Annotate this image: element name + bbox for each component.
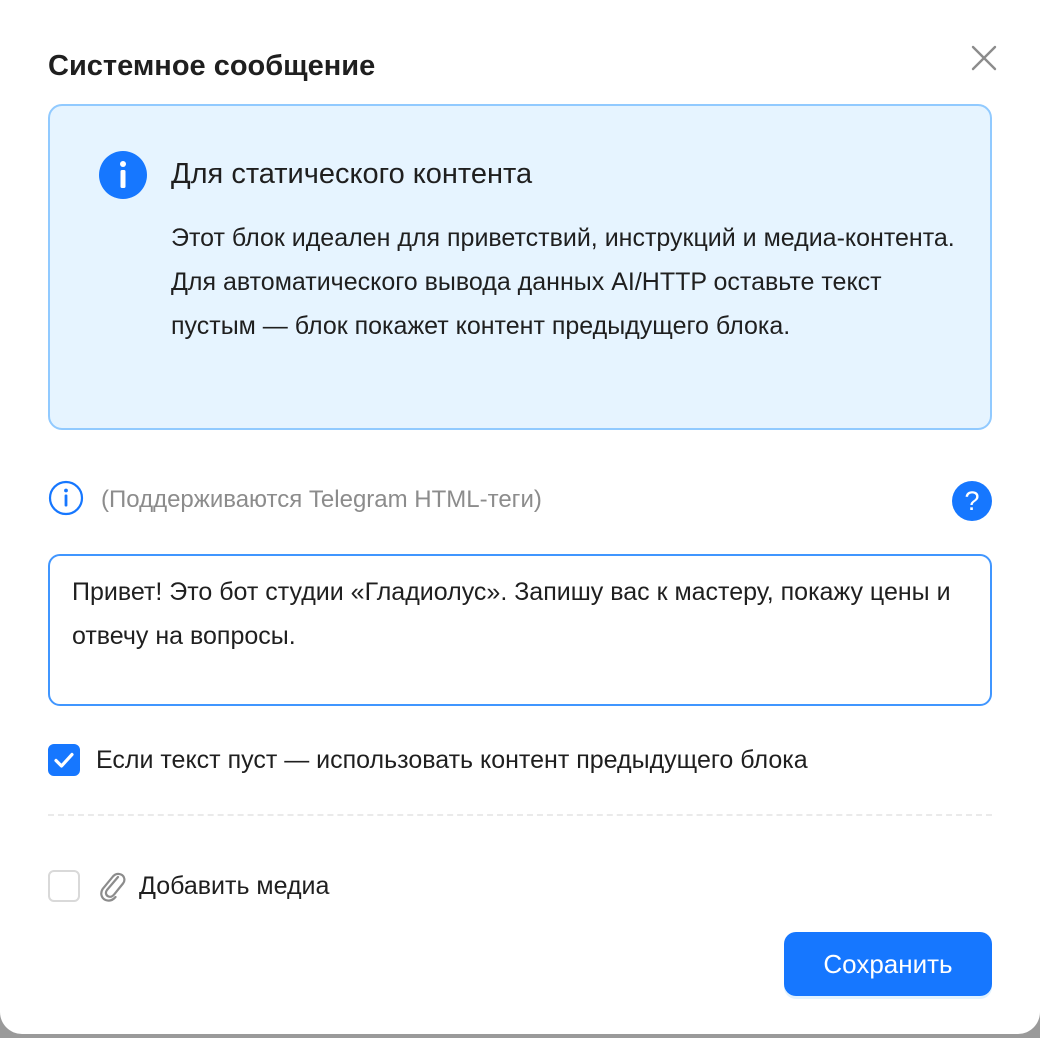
add-media-label[interactable]: Добавить медиа xyxy=(139,868,329,904)
info-alert-description: Этот блок идеален для приветствий, инстр… xyxy=(171,224,955,340)
close-button[interactable] xyxy=(964,38,1004,78)
info-alert-title: Для статического контента xyxy=(171,158,533,190)
info-alert: Для статического контента Этот блок идеа… xyxy=(48,104,992,430)
close-icon xyxy=(971,45,997,71)
fallback-content-checkbox[interactable] xyxy=(48,744,80,776)
system-message-dialog: Системное сообщение Для статического кон… xyxy=(0,0,1040,1034)
add-media-checkbox[interactable] xyxy=(48,870,80,902)
check-icon xyxy=(54,752,74,768)
section-divider xyxy=(48,814,992,816)
html-tags-hint: (Поддерживаются Telegram HTML-теги) xyxy=(101,486,542,513)
info-circle-filled-icon xyxy=(99,151,147,199)
message-textarea[interactable]: Привет! Это бот студии «Гладиолус». Запи… xyxy=(48,554,992,706)
dialog-title: Системное сообщение xyxy=(48,50,376,82)
save-button[interactable]: Сохранить xyxy=(784,932,992,996)
paperclip-icon xyxy=(100,872,126,902)
info-circle-outline-icon xyxy=(48,480,84,516)
help-button[interactable]: ? xyxy=(952,481,992,521)
fallback-content-label[interactable]: Если текст пуст — использовать контент п… xyxy=(96,742,808,778)
